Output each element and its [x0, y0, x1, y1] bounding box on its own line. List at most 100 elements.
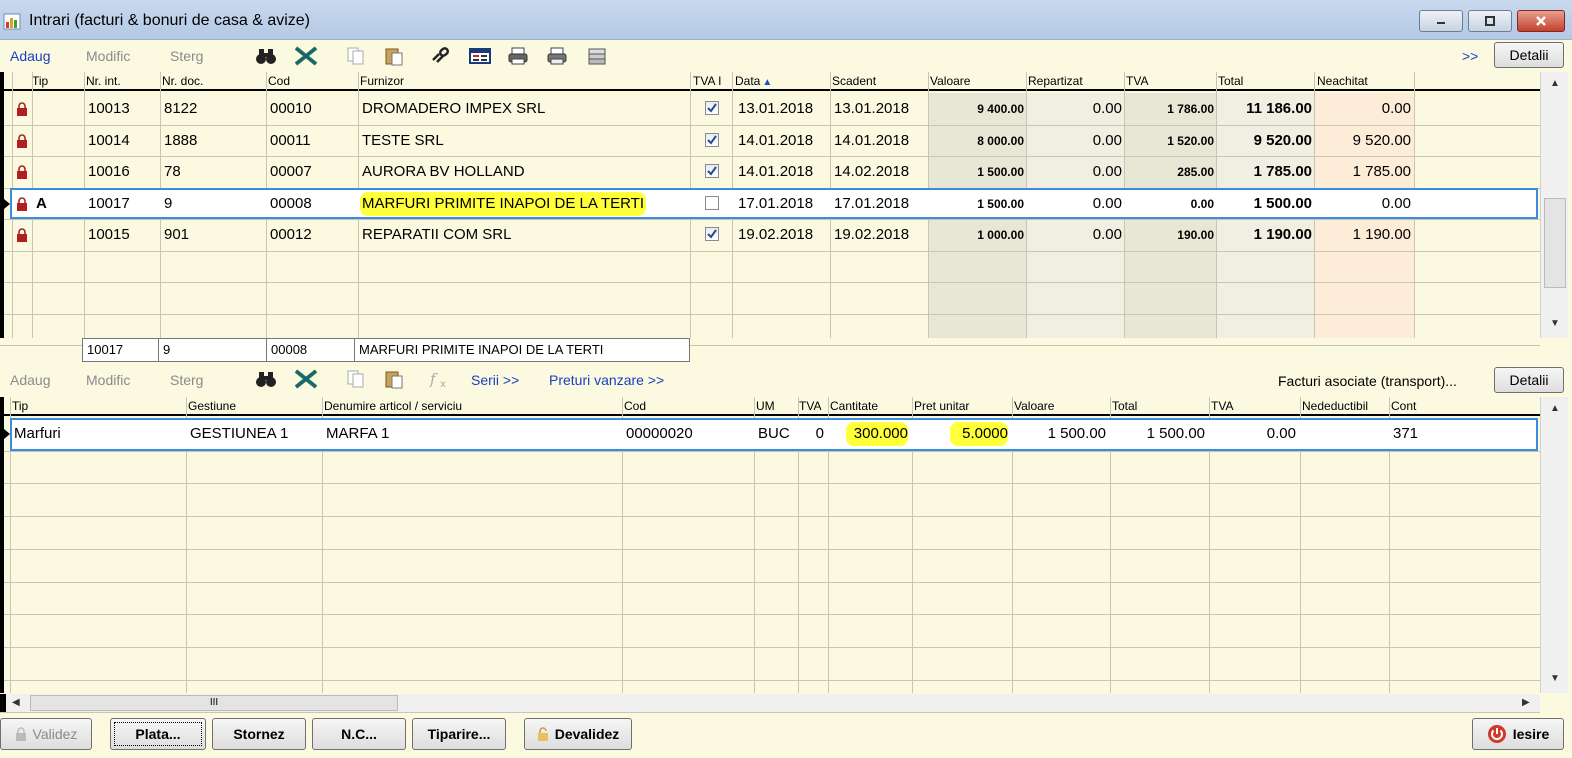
delete-line-link[interactable]: Sterg	[170, 372, 203, 388]
col-cod[interactable]: Cod	[624, 399, 646, 413]
col-valoare[interactable]: Valoare	[930, 74, 970, 88]
credit-note-button[interactable]: N.C...	[312, 718, 406, 750]
details-button[interactable]: Detalii	[1494, 42, 1564, 68]
cell-valoare: 8 000.00	[977, 133, 1024, 148]
paste-icon[interactable]	[382, 367, 406, 391]
col-tva-i[interactable]: TVA I	[693, 74, 721, 88]
col-pret-unitar[interactable]: Pret unitar	[914, 399, 969, 413]
col-repartizat[interactable]: Repartizat	[1028, 74, 1083, 88]
sale-prices-link[interactable]: Preturi vanzare >>	[549, 372, 664, 388]
cell-nr_int: 10014	[88, 131, 130, 149]
scroll-right-icon[interactable]: ▶	[1522, 697, 1530, 708]
invoices-vertical-scrollbar[interactable]: ▲ ▼	[1540, 72, 1568, 338]
cell-cod: 00010	[270, 100, 312, 117]
current-row-indicator-icon	[4, 429, 10, 439]
col-neachitat[interactable]: Neachitat	[1317, 74, 1368, 88]
checkmark-icon	[707, 229, 717, 239]
export-icon[interactable]	[585, 44, 609, 68]
modify-line-link[interactable]: Modific	[86, 372, 130, 388]
cell-tva_val: 0.00	[1266, 425, 1296, 442]
col-cont[interactable]: Cont	[1391, 399, 1416, 413]
exit-button[interactable]: Iesire	[1472, 718, 1564, 750]
copy-icon[interactable]	[344, 44, 368, 68]
pay-button[interactable]: Plata...	[110, 718, 206, 750]
paste-icon[interactable]	[382, 44, 406, 68]
cell-furnizor: TESTE SRL	[362, 131, 444, 149]
col-cantitate[interactable]: Cantitate	[830, 399, 878, 413]
scroll-left-icon[interactable]: ◀	[12, 697, 20, 708]
excel-icon[interactable]	[294, 367, 318, 391]
col-cod[interactable]: Cod	[268, 74, 290, 88]
formula-icon[interactable]: fx	[428, 367, 452, 391]
print-preview-icon[interactable]	[545, 44, 569, 68]
tva-i-checkbox[interactable]	[705, 195, 719, 210]
minimize-button[interactable]	[1419, 10, 1463, 32]
invoices-header: Tip Nr. int. Nr. doc. Cod Furnizor TVA I…	[0, 72, 1540, 91]
tva-i-checkbox[interactable]	[705, 101, 719, 115]
col-valoare[interactable]: Valoare	[1014, 399, 1054, 413]
col-gestiune[interactable]: Gestiune	[188, 399, 236, 413]
close-button[interactable]	[1517, 10, 1565, 32]
col-tip[interactable]: Tip	[32, 74, 48, 88]
tva-i-checkbox[interactable]	[705, 227, 719, 241]
lines-horizontal-scrollbar[interactable]: ◀ III ▶	[0, 694, 1540, 712]
col-tip[interactable]: Tip	[12, 399, 28, 413]
lines-vertical-scrollbar[interactable]: ▲ ▼	[1540, 397, 1568, 693]
reverse-button[interactable]: Stornez	[212, 718, 306, 750]
cell-tva: 190.00	[1177, 228, 1214, 242]
binoculars-icon[interactable]	[254, 44, 278, 68]
cell-gestiune: GESTIUNEA 1	[190, 425, 289, 442]
summary-cod: 00008	[267, 339, 355, 361]
col-nedeductibil[interactable]: Nedeductibil	[1302, 399, 1368, 413]
col-nr-int[interactable]: Nr. int.	[86, 74, 121, 88]
col-tva-val[interactable]: TVA	[1211, 399, 1233, 413]
col-data[interactable]: Data ▲	[735, 74, 772, 88]
col-nr-doc[interactable]: Nr. doc.	[162, 74, 203, 88]
row-divider	[0, 282, 1540, 283]
validate-button[interactable]: Validez	[0, 718, 92, 750]
col-denumire[interactable]: Denumire articol / serviciu	[324, 399, 462, 413]
col-total[interactable]: Total	[1218, 74, 1243, 88]
print-icon[interactable]	[506, 44, 530, 68]
binoculars-icon[interactable]	[254, 367, 278, 391]
series-link[interactable]: Serii >>	[471, 372, 519, 388]
restore-button[interactable]	[1468, 10, 1512, 32]
scroll-up-icon[interactable]: ▲	[1550, 403, 1560, 414]
cell-neachitat: 1 785.00	[1352, 163, 1411, 180]
horizontal-scroll-thumb[interactable]: III	[30, 695, 398, 711]
tva-i-checkbox[interactable]	[705, 132, 719, 147]
scroll-thumb[interactable]	[1544, 198, 1566, 288]
cell-nr_doc: 1888	[164, 131, 198, 149]
modify-invoice-link[interactable]: Modific	[86, 48, 130, 64]
cell-total: 11 186.00	[1246, 100, 1312, 117]
cell-valoare: 1 500.00	[1047, 425, 1106, 442]
tva-i-checkbox[interactable]	[705, 164, 719, 178]
cell-furnizor: DROMADERO IMPEX SRL	[362, 100, 546, 117]
invalidate-button[interactable]: Devalidez	[524, 718, 632, 750]
cell-nr_doc: 901	[164, 226, 190, 243]
col-scadent[interactable]: Scadent	[832, 74, 876, 88]
scroll-up-icon[interactable]: ▲	[1550, 78, 1560, 89]
add-line-link[interactable]: Adaug	[10, 372, 50, 388]
col-total[interactable]: Total	[1112, 399, 1137, 413]
row-divider	[0, 313, 1540, 315]
add-invoice-link[interactable]: Adaug	[10, 48, 50, 64]
table-icon[interactable]	[468, 44, 492, 68]
col-um[interactable]: UM	[756, 399, 775, 413]
excel-icon[interactable]	[294, 44, 318, 68]
copy-icon[interactable]	[344, 367, 368, 391]
cell-tva: 285.00	[1177, 165, 1214, 179]
link-icon[interactable]	[428, 44, 452, 68]
scroll-down-icon[interactable]: ▼	[1550, 673, 1560, 684]
associated-invoices-label[interactable]: Facturi asociate (transport)...	[1278, 373, 1457, 389]
more-link[interactable]: >>	[1462, 48, 1478, 64]
col-furnizor[interactable]: Furnizor	[360, 74, 404, 88]
col-tva[interactable]: TVA	[799, 399, 821, 413]
cell-nr_doc: 8122	[164, 100, 198, 117]
print-button[interactable]: Tiparire...	[412, 718, 506, 750]
scroll-down-icon[interactable]: ▼	[1550, 318, 1560, 329]
col-tva[interactable]: TVA	[1126, 74, 1148, 88]
line-details-button[interactable]: Detalii	[1494, 367, 1564, 393]
cell-neachitat: 9 520.00	[1352, 131, 1411, 149]
delete-invoice-link[interactable]: Sterg	[170, 48, 203, 64]
